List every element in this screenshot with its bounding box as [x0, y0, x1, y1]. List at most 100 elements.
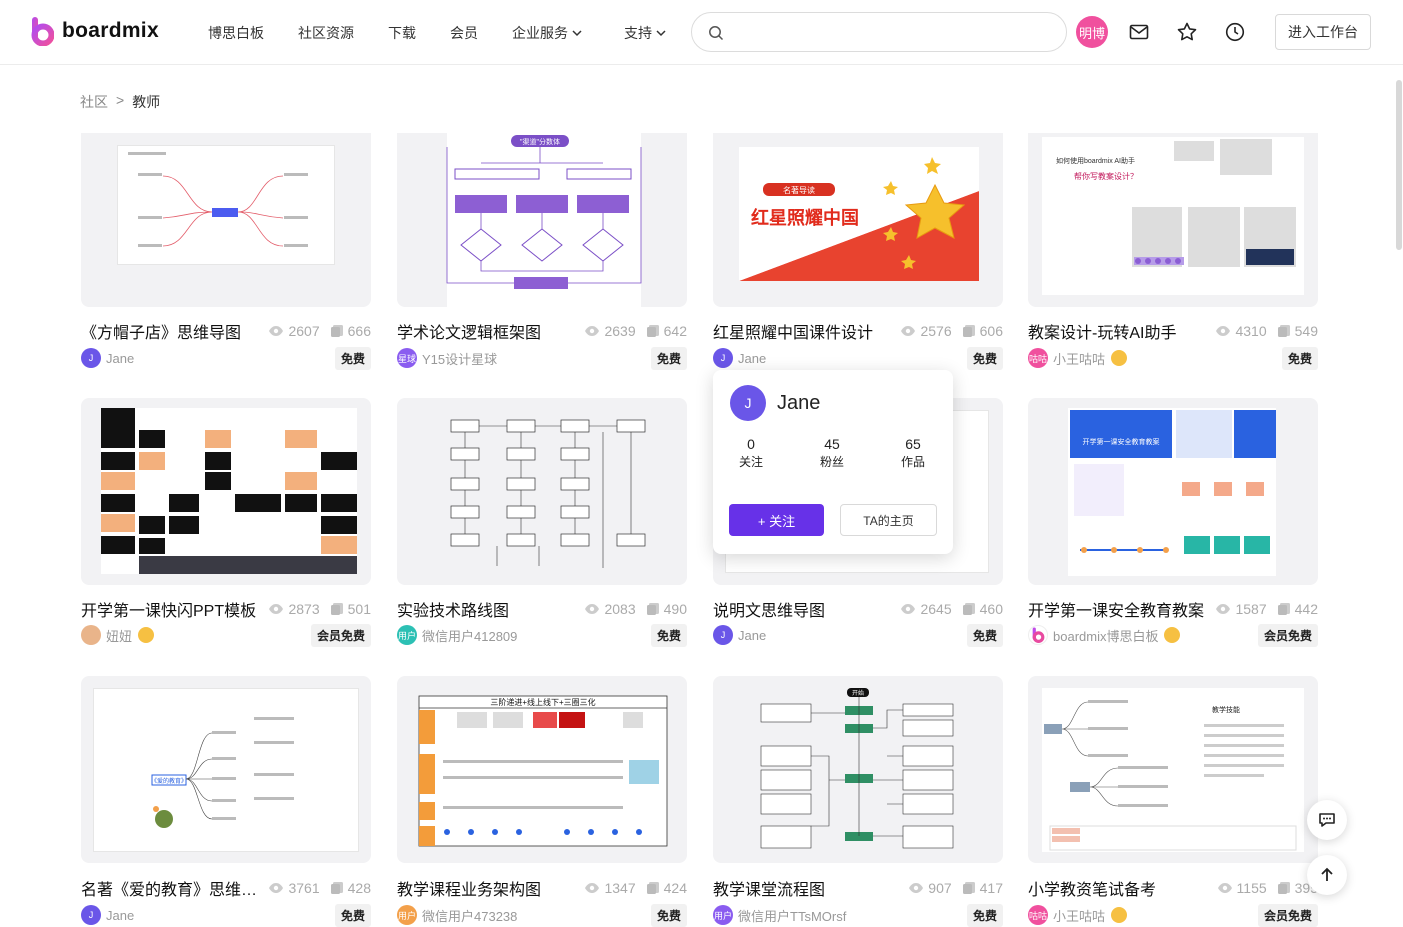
eye-icon: [1216, 604, 1231, 614]
author-name[interactable]: 小王咕咕: [1053, 349, 1105, 368]
nav-membership[interactable]: 会员: [450, 23, 478, 43]
card-title[interactable]: 说明文思维导图: [713, 597, 890, 621]
nav-support[interactable]: 支持: [624, 23, 667, 43]
copy-count: 428: [330, 880, 371, 896]
card-title[interactable]: 《方帽子店》思维导图: [81, 319, 258, 343]
author-avatar[interactable]: 咕咕: [1028, 905, 1048, 925]
back-to-top-button[interactable]: [1307, 855, 1347, 895]
card-title[interactable]: 开学第一课安全教育教案: [1028, 597, 1205, 621]
card-thumbnail[interactable]: [81, 398, 371, 585]
copy-count-value: 549: [1294, 323, 1318, 339]
popover-avatar[interactable]: J: [730, 385, 766, 421]
card-thumbnail[interactable]: 名著导读 红星照耀中国: [713, 133, 1003, 307]
nav-label: 博思白板: [208, 25, 264, 41]
nav-download[interactable]: 下载: [388, 23, 416, 43]
author-name[interactable]: boardmix博思白板: [1053, 626, 1158, 645]
card-title[interactable]: 开学第一课快闪PPT模板: [81, 597, 258, 621]
view-count: 1347: [584, 880, 636, 896]
popover-name[interactable]: Jane: [777, 392, 820, 415]
author-name[interactable]: 妞妞: [106, 626, 132, 645]
feedback-button[interactable]: [1307, 800, 1347, 840]
card-title-row: 小学教资笔试备考 1155 395: [1028, 876, 1318, 900]
author-avatar[interactable]: J: [713, 348, 733, 368]
template-card[interactable]: 开学第一课快闪PPT模板 2873 501 妞妞 会员免费: [81, 398, 371, 647]
card-thumbnail[interactable]: 如何使用boardmix AI助手 帮你写教案设计？: [1028, 133, 1318, 307]
card-title[interactable]: 实验技术路线图: [397, 597, 574, 621]
template-card[interactable]: 开始 教学课堂流程图 907 417 用户 微信用户TTsMOrsf 免费: [713, 676, 1003, 927]
profile-home-button[interactable]: TA的主页: [840, 504, 937, 536]
card-thumbnail[interactable]: 教学技能: [1028, 676, 1318, 863]
card-title-row: 教案设计-玩转AI助手 4310 549: [1028, 319, 1318, 343]
price-badge: 免费: [650, 623, 687, 647]
template-card[interactable]: 开学第一课安全教育教案 开学第一课安全教育教案 1587 442 boardmi…: [1028, 398, 1318, 647]
card-thumbnail[interactable]: 三阶递进+线上线下+三圈三化: [397, 676, 687, 863]
nav-enterprise[interactable]: 企业服务: [512, 23, 583, 43]
page-scrollbar[interactable]: [1396, 80, 1402, 250]
card-thumbnail[interactable]: 开学第一课安全教育教案: [1028, 398, 1318, 585]
author-name[interactable]: Jane: [738, 628, 766, 643]
author-avatar[interactable]: 星球: [397, 348, 417, 368]
nav-label: 下载: [388, 25, 416, 41]
card-thumbnail[interactable]: [81, 133, 371, 307]
thumb-title: 如何使用boardmix AI助手: [1056, 156, 1135, 165]
red-star-preview: 名著导读 红星照耀中国: [739, 147, 979, 281]
card-title[interactable]: 小学教资笔试备考: [1028, 876, 1207, 900]
view-count-value: 2873: [288, 601, 320, 617]
author-avatar[interactable]: 用户: [397, 625, 417, 645]
author-name[interactable]: 微信用户TTsMOrsf: [738, 906, 846, 925]
card-thumbnail[interactable]: 开始: [713, 676, 1003, 863]
author-avatar[interactable]: 咕咕: [1028, 348, 1048, 368]
boardmix-logo[interactable]: boardmix: [30, 16, 159, 47]
price-badge: 会员免费: [1257, 903, 1318, 927]
clock-icon[interactable]: [1224, 21, 1246, 43]
card-thumbnail[interactable]: 《爱的教育》: [81, 676, 371, 863]
template-card[interactable]: "渠道"分数体 学术论文逻辑框架图 2639 642 星球 Y15设计星球 免费: [397, 133, 687, 370]
author-name[interactable]: Jane: [738, 351, 766, 366]
search-box[interactable]: [691, 12, 1067, 52]
search-input[interactable]: [734, 22, 1044, 42]
card-title[interactable]: 教学课堂流程图: [713, 876, 898, 900]
nav-whiteboard[interactable]: 博思白板: [208, 23, 264, 43]
card-meta: boardmix博思白板 会员免费: [1028, 623, 1318, 647]
author-avatar[interactable]: 用户: [713, 905, 733, 925]
template-card[interactable]: 三阶递进+线上线下+三圈三化 教学课程业务架构图 1347 424 用户 微信用…: [397, 676, 687, 927]
author-name[interactable]: Jane: [106, 351, 134, 366]
template-card[interactable]: 名著导读 红星照耀中国 红星照耀中国课件设计 2576 606 J Jane 免…: [713, 133, 1003, 370]
copy-count: 424: [646, 880, 687, 896]
author-avatar[interactable]: [81, 625, 101, 645]
author-avatar[interactable]: J: [81, 348, 101, 368]
author-avatar[interactable]: 用户: [397, 905, 417, 925]
follow-button[interactable]: + 关注: [729, 504, 824, 536]
card-title[interactable]: 名著《爱的教育》思维导图: [81, 876, 258, 900]
nav-community[interactable]: 社区资源: [298, 23, 354, 43]
template-card[interactable]: 《方帽子店》思维导图 2607 666 J Jane 免费: [81, 133, 371, 370]
template-card[interactable]: 如何使用boardmix AI助手 帮你写教案设计？ 教案设计-玩转AI助手 4…: [1028, 133, 1318, 370]
price-badge: 免费: [650, 346, 687, 370]
card-title[interactable]: 教案设计-玩转AI助手: [1028, 319, 1205, 343]
card-title-row: 实验技术路线图 2083 490: [397, 597, 687, 621]
author-name[interactable]: 小王咕咕: [1053, 906, 1105, 925]
user-avatar[interactable]: 明博: [1076, 16, 1108, 48]
card-thumbnail[interactable]: [397, 398, 687, 585]
chevron-down-icon: [572, 30, 582, 37]
template-card[interactable]: 《爱的教育》 名著《爱的教育》思维导图 3761 428 J Jane 免费: [81, 676, 371, 927]
card-thumbnail[interactable]: "渠道"分数体: [397, 133, 687, 307]
author-avatar[interactable]: J: [81, 905, 101, 925]
card-title[interactable]: 学术论文逻辑框架图: [397, 319, 574, 343]
star-icon[interactable]: [1176, 21, 1198, 43]
boardmix-avatar-icon[interactable]: [1028, 625, 1048, 645]
author-name[interactable]: Jane: [106, 908, 134, 923]
enter-workbench-button[interactable]: 进入工作台: [1275, 14, 1371, 50]
author-avatar[interactable]: J: [713, 625, 733, 645]
author-name[interactable]: Y15设计星球: [422, 349, 497, 368]
template-card[interactable]: 实验技术路线图 2083 490 用户 微信用户412809 免费: [397, 398, 687, 647]
card-title[interactable]: 教学课程业务架构图: [397, 876, 574, 900]
price-badge: 免费: [334, 903, 371, 927]
author-name[interactable]: 微信用户473238: [422, 906, 517, 925]
view-count-value: 2639: [604, 323, 636, 339]
breadcrumb-root[interactable]: 社区: [80, 92, 108, 112]
template-card[interactable]: 教学技能 小学教资笔试备考 1155 395 咕咕 小王咕咕 会员免费: [1028, 676, 1318, 927]
author-name[interactable]: 微信用户412809: [422, 626, 517, 645]
mail-icon[interactable]: [1128, 21, 1150, 43]
card-title[interactable]: 红星照耀中国课件设计: [713, 319, 890, 343]
